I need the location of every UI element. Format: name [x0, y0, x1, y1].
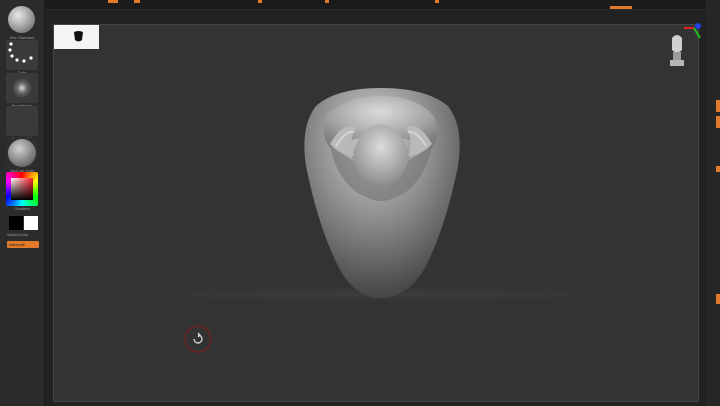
color-picker[interactable]: Gradient: [6, 172, 38, 212]
matcap-sphere-icon: [8, 139, 36, 167]
stroke-thumbnail: [6, 40, 38, 70]
alpha-gradient-icon: [12, 78, 32, 98]
texture-thumbnail: [6, 106, 38, 136]
menu-indicator[interactable]: [435, 0, 439, 3]
material-selector[interactable]: MatCap Gray: [6, 138, 38, 174]
left-shelf: Dec Standard Dots BrushAlpha Texture Off: [0, 0, 45, 406]
alpha-selector[interactable]: BrushAlpha: [6, 73, 38, 109]
secondary-color-swatch[interactable]: [24, 216, 38, 230]
brush-selector[interactable]: Dec Standard: [6, 5, 38, 41]
sphere-brush-icon: [8, 6, 35, 33]
menu-indicator[interactable]: [108, 0, 118, 3]
menu-indicator[interactable]: [134, 0, 140, 3]
model-silhouette-icon: [74, 31, 83, 42]
texture-selector[interactable]: Texture Off: [6, 106, 38, 142]
alternate-button[interactable]: Alternate: [7, 241, 39, 248]
rotate-cursor-icon: [184, 325, 212, 353]
tray-indicator[interactable]: [716, 116, 720, 128]
xyz-axis-gizmo-icon[interactable]: [664, 22, 706, 70]
stroke-selector[interactable]: Dots: [6, 40, 38, 76]
alpha-thumbnail: [6, 73, 38, 103]
menu-indicator[interactable]: [325, 0, 329, 3]
dots-stroke-icon: [8, 42, 33, 63]
material-thumbnail: [6, 138, 38, 168]
menu-indicator[interactable]: [610, 6, 632, 9]
tray-indicator[interactable]: [716, 100, 720, 112]
menu-indicator[interactable]: [258, 0, 262, 3]
switch-color-label[interactable]: SwitchColor: [7, 232, 28, 238]
top-menu-strip: [0, 0, 720, 10]
tray-indicator[interactable]: [716, 166, 720, 172]
color-square[interactable]: [11, 178, 33, 200]
color-wheel[interactable]: [6, 172, 38, 206]
right-tray: [706, 0, 720, 406]
tray-indicator[interactable]: [716, 294, 720, 304]
main-color-swatch[interactable]: [9, 216, 23, 230]
sculpt-model[interactable]: [296, 86, 466, 302]
navigator-thumbnail[interactable]: [54, 25, 99, 49]
gradient-label: Gradient: [14, 206, 30, 211]
brush-thumbnail: [6, 5, 38, 35]
